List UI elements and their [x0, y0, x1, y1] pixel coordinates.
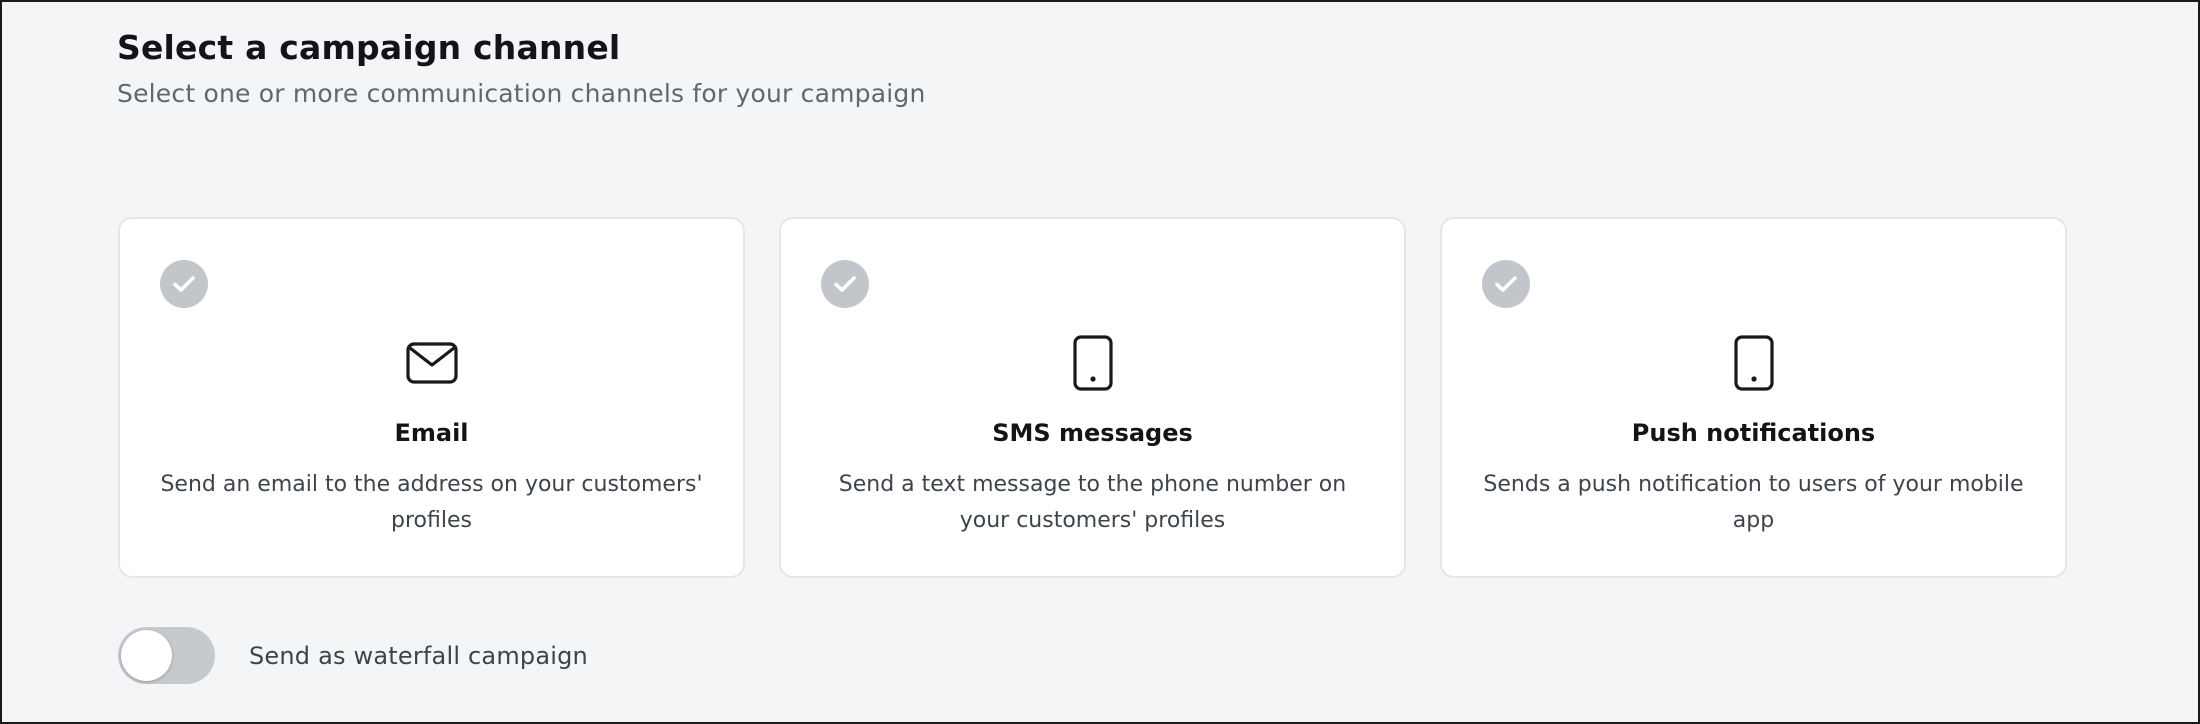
check-circle-icon[interactable]	[1482, 260, 1530, 308]
check-circle-icon[interactable]	[160, 260, 208, 308]
channel-description: Send a text message to the phone number …	[838, 472, 1347, 533]
toggle-knob[interactable]	[121, 630, 172, 681]
channel-card-sms[interactable]: SMS messages Send a text message to the …	[779, 217, 1406, 578]
waterfall-toggle[interactable]	[118, 627, 215, 684]
check-circle-icon[interactable]	[821, 260, 869, 308]
waterfall-setting: Send as waterfall campaign	[118, 627, 588, 684]
channel-cards: Email Send an email to the address on yo…	[118, 217, 2067, 578]
envelope-icon	[404, 335, 460, 391]
channel-card-email[interactable]: Email Send an email to the address on yo…	[118, 217, 745, 578]
page-title: Select a campaign channel	[117, 28, 621, 67]
page-header: Select a campaign channel Select one or …	[117, 28, 926, 108]
waterfall-toggle-label: Send as waterfall campaign	[249, 641, 588, 670]
channel-description: Sends a push notification to users of yo…	[1483, 472, 2024, 533]
page-subtitle: Select one or more communication channel…	[117, 79, 926, 108]
mobile-phone-icon	[1726, 335, 1782, 391]
channel-card-push[interactable]: Push notifications Sends a push notifica…	[1440, 217, 2067, 578]
channel-title: Push notifications	[1631, 419, 1876, 447]
channel-title: Email	[394, 419, 469, 447]
channel-title: SMS messages	[992, 419, 1193, 447]
mobile-phone-icon	[1065, 335, 1121, 391]
channel-selection-panel: Select a campaign channel Select one or …	[0, 0, 2200, 724]
channel-description: Send an email to the address on your cus…	[160, 472, 703, 533]
